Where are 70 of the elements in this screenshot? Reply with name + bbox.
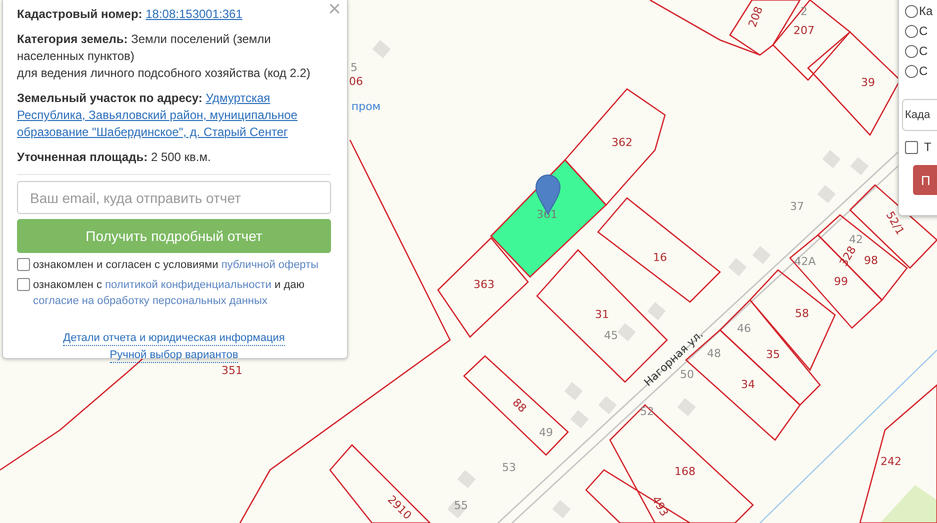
building-number: 42А [794,255,816,268]
parcel-number: 242 [880,455,902,468]
agreement-link[interactable]: политикой конфиденциальности [105,279,272,291]
parcel-outline[interactable] [463,355,569,456]
parcel-number: 168 [674,465,696,478]
building-number: 2 [800,5,808,18]
place-label: пром [351,100,381,113]
parcel-outline[interactable] [859,384,937,523]
building-number: 53 [502,461,516,474]
parcel-number: 351 [222,364,242,377]
building-number: 55 [454,499,468,512]
option-label: Ка [919,4,933,18]
info-text: Земельный участок по адресу: Удмуртская Республика, Завьяловский район, муниципальное образование "Шабердинское", д. Старый Сентег [17,90,298,141]
parcel-number: 16 [653,251,667,264]
parcel-number: 88 [510,396,530,416]
parcel-number: 06 [349,75,363,88]
email-field[interactable]: Ваш email, куда отправить отчет [17,181,331,214]
parcel-outline[interactable] [437,237,529,338]
agreement-text: ознакомлен и согласен с условиями публичной оферты [33,258,319,273]
info-text: Уточненная площадь: 2 500 кв.м. [17,149,212,166]
parcel-number: 362 [612,136,632,149]
parcel-number: 34 [741,378,755,391]
option-label: С [919,24,928,38]
parcel-outline[interactable] [597,197,721,303]
building-number: 5 [350,61,358,74]
option-label: С [919,64,928,78]
building-number: 52 [640,405,654,418]
radio-button[interactable] [905,24,918,38]
building-number: 46 [737,322,751,335]
parcel-number: 98 [864,254,878,267]
parcel-number: 39 [861,76,875,89]
parcel-number: 31 [595,308,609,321]
parcel-outline[interactable] [719,299,821,406]
agreement-link[interactable]: публичной оферты [221,259,319,271]
option-label: С [919,44,928,58]
parcel-outline[interactable] [772,0,851,81]
parcel-outline[interactable] [749,269,836,372]
parcel-outline[interactable] [329,444,432,523]
building-number: 37 [790,200,804,213]
parcel-number: 493 [649,494,671,519]
building-number: 48 [707,347,721,360]
building-number: 42 [849,233,863,246]
checkbox[interactable] [17,278,30,291]
agreement-link[interactable]: согласие на обработку персональных данных [33,295,268,307]
parcel-number: 207 [794,24,814,37]
checkbox-label: Т [924,140,932,154]
parcel-number: 99 [834,275,848,288]
radio-button[interactable] [905,4,918,18]
checkbox[interactable] [905,140,918,154]
selected-parcel[interactable] [490,159,607,278]
park-area [880,485,937,523]
parcel-number: 35 [766,348,780,361]
info-link[interactable]: Детали отчета и юридическая информация [63,331,285,346]
building-number: 45 [604,329,618,342]
radio-button[interactable] [905,64,918,78]
parcel-number: 208 [746,4,766,29]
parcel-number: 363 [474,278,494,291]
agreement-text: ознакомлен с политикой конфиденциальности и даю согласие на обработку персональных данных [33,278,306,309]
parcel-outline[interactable] [609,404,754,523]
info-text: для ведения личного подсобного хозяйства (код 2.2) [17,65,312,82]
search-field[interactable]: Када [902,99,937,131]
info-text: Кадастровый номер: 18:08:153001:361 [17,6,244,23]
info-link[interactable]: Ручной выбор вариантов [110,348,238,363]
radio-button[interactable] [905,44,918,58]
building-number: 49 [539,426,553,439]
info-text: Категория земель: Земли поселений (земли населенных пунктов) [17,31,272,65]
checkbox[interactable] [17,258,30,271]
parcel-outline[interactable] [789,234,883,329]
search-button[interactable]: П [913,165,937,195]
parcel-number: 58 [795,307,809,320]
